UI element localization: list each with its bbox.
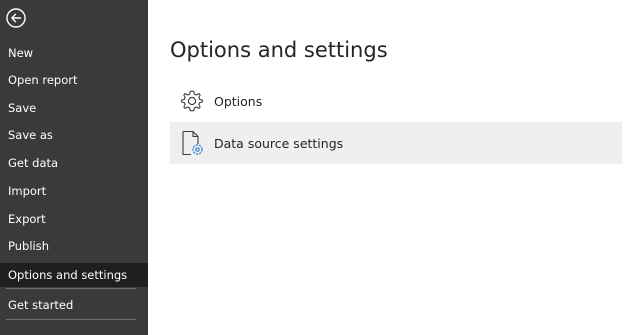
page-title: Options and settings [170, 38, 388, 62]
sidebar-item-new[interactable]: New [0, 41, 148, 65]
sidebar-item-save-as[interactable]: Save as [0, 123, 148, 147]
sidebar-divider [6, 288, 136, 289]
sidebar-divider [6, 319, 136, 320]
sidebar-item-import[interactable]: Import [0, 179, 148, 203]
back-arrow-icon [6, 8, 26, 28]
options-label: Options [214, 93, 263, 109]
sidebar-item-export[interactable]: Export [0, 207, 148, 231]
sidebar-item-get-data[interactable]: Get data [0, 151, 148, 175]
sidebar-item-open-report[interactable]: Open report [0, 68, 148, 92]
data-source-settings-label: Data source settings [214, 135, 344, 151]
sidebar-item-save[interactable]: Save [0, 96, 148, 120]
sidebar-item-publish[interactable]: Publish [0, 234, 148, 258]
options-item[interactable]: Options [170, 80, 622, 122]
data-source-settings-item[interactable]: Data source settings [170, 122, 622, 164]
sidebar-item-options-and-settings[interactable]: Options and settings [0, 263, 148, 287]
back-button[interactable] [4, 6, 30, 32]
main-panel: Options and settings Options Data source… [148, 0, 624, 335]
data-source-settings-icon [170, 122, 214, 164]
sidebar: New Open report Save Save as Get data Im… [0, 0, 148, 335]
gear-icon [170, 80, 214, 122]
sidebar-item-get-started[interactable]: Get started [0, 293, 148, 317]
